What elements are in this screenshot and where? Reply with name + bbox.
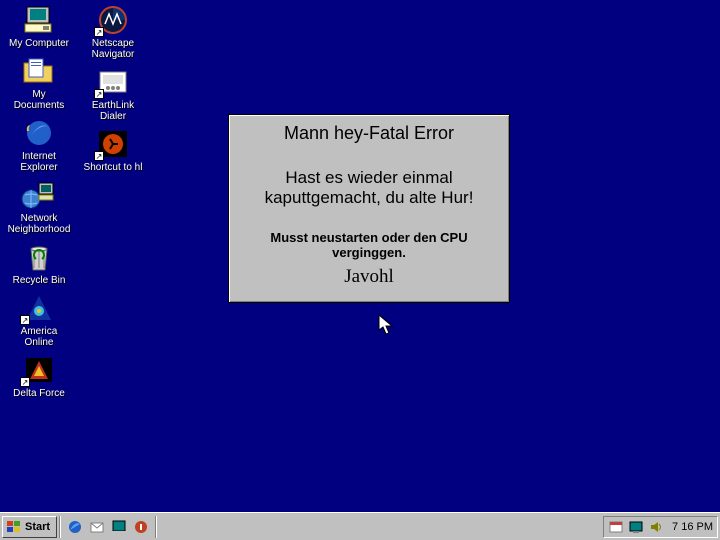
icon-my-computer[interactable]: My Computer (6, 4, 72, 49)
netscape-icon: ↗ (95, 4, 131, 36)
desktop-icons: My Computer My Documents Internet Explor… (6, 4, 146, 399)
icon-internet-explorer[interactable]: Internet Explorer (6, 117, 72, 173)
earthlink-icon: ↗ (95, 66, 131, 98)
icon-delta-force[interactable]: ↗ Delta Force (6, 354, 72, 399)
start-button[interactable]: Start (2, 516, 57, 538)
taskbar-clock[interactable]: 7 16 PM (668, 521, 713, 533)
icon-label: Delta Force (13, 388, 65, 399)
icon-label: Netscape Navigator (80, 38, 146, 60)
icon-label: EarthLink Dialer (80, 100, 146, 122)
dialog-message: Hast es wieder einmal kaputtgemacht, du … (229, 150, 509, 212)
icon-netscape-navigator[interactable]: ↗ Netscape Navigator (80, 4, 146, 60)
shortcut-arrow-icon: ↗ (20, 315, 30, 325)
tray-scheduler-icon[interactable] (608, 519, 624, 535)
start-label: Start (25, 521, 50, 533)
network-icon (21, 179, 57, 211)
desktop[interactable]: My Computer My Documents Internet Explor… (0, 0, 720, 540)
aol-icon: ↗ (21, 292, 57, 324)
icon-label: My Documents (6, 89, 72, 111)
icon-recycle-bin[interactable]: Recycle Bin (6, 241, 72, 286)
dialog-subtext: Musst neustarten oder den CPU verginggen… (229, 212, 509, 262)
icon-label: Internet Explorer (6, 151, 72, 173)
ql-desktop[interactable] (109, 517, 129, 537)
taskbar-separator (155, 516, 157, 538)
dialog-button[interactable]: Javohl (229, 262, 509, 302)
icon-network-neighborhood[interactable]: Network Neighborhood (6, 179, 72, 235)
recycle-bin-icon (21, 241, 57, 273)
tray-display-icon[interactable] (628, 519, 644, 535)
windows-flag-icon (6, 520, 22, 534)
ql-outlook[interactable] (87, 517, 107, 537)
ie-icon (21, 117, 57, 149)
icon-label: America Online (6, 326, 72, 348)
icon-my-documents[interactable]: My Documents (6, 55, 72, 111)
system-tray: 7 16 PM (603, 516, 718, 538)
shortcut-arrow-icon: ↗ (94, 89, 104, 99)
icon-label: Shortcut to hl (84, 162, 143, 173)
icon-label: My Computer (9, 38, 69, 49)
ql-channels[interactable] (131, 517, 151, 537)
taskbar-separator (59, 516, 61, 538)
folder-documents-icon (21, 55, 57, 87)
icon-label: Recycle Bin (13, 275, 66, 286)
icon-shortcut-hl[interactable]: ↗ Shortcut to hl (80, 128, 146, 173)
quick-launch (63, 517, 153, 537)
error-dialog: Mann hey-Fatal Error Hast es wieder einm… (228, 114, 510, 303)
icon-america-online[interactable]: ↗ America Online (6, 292, 72, 348)
halflife-icon: ↗ (95, 128, 131, 160)
ql-ie[interactable] (65, 517, 85, 537)
tray-volume-icon[interactable] (648, 519, 664, 535)
icon-earthlink-dialer[interactable]: ↗ EarthLink Dialer (80, 66, 146, 122)
cursor-icon (378, 314, 396, 336)
dialog-title: Mann hey-Fatal Error (229, 115, 509, 150)
icon-label: Network Neighborhood (6, 213, 72, 235)
shortcut-arrow-icon: ↗ (94, 151, 104, 161)
taskbar: Start 7 16 PM (0, 512, 720, 540)
shortcut-arrow-icon: ↗ (20, 377, 30, 387)
computer-icon (21, 4, 57, 36)
delta-force-icon: ↗ (21, 354, 57, 386)
shortcut-arrow-icon: ↗ (94, 27, 104, 37)
